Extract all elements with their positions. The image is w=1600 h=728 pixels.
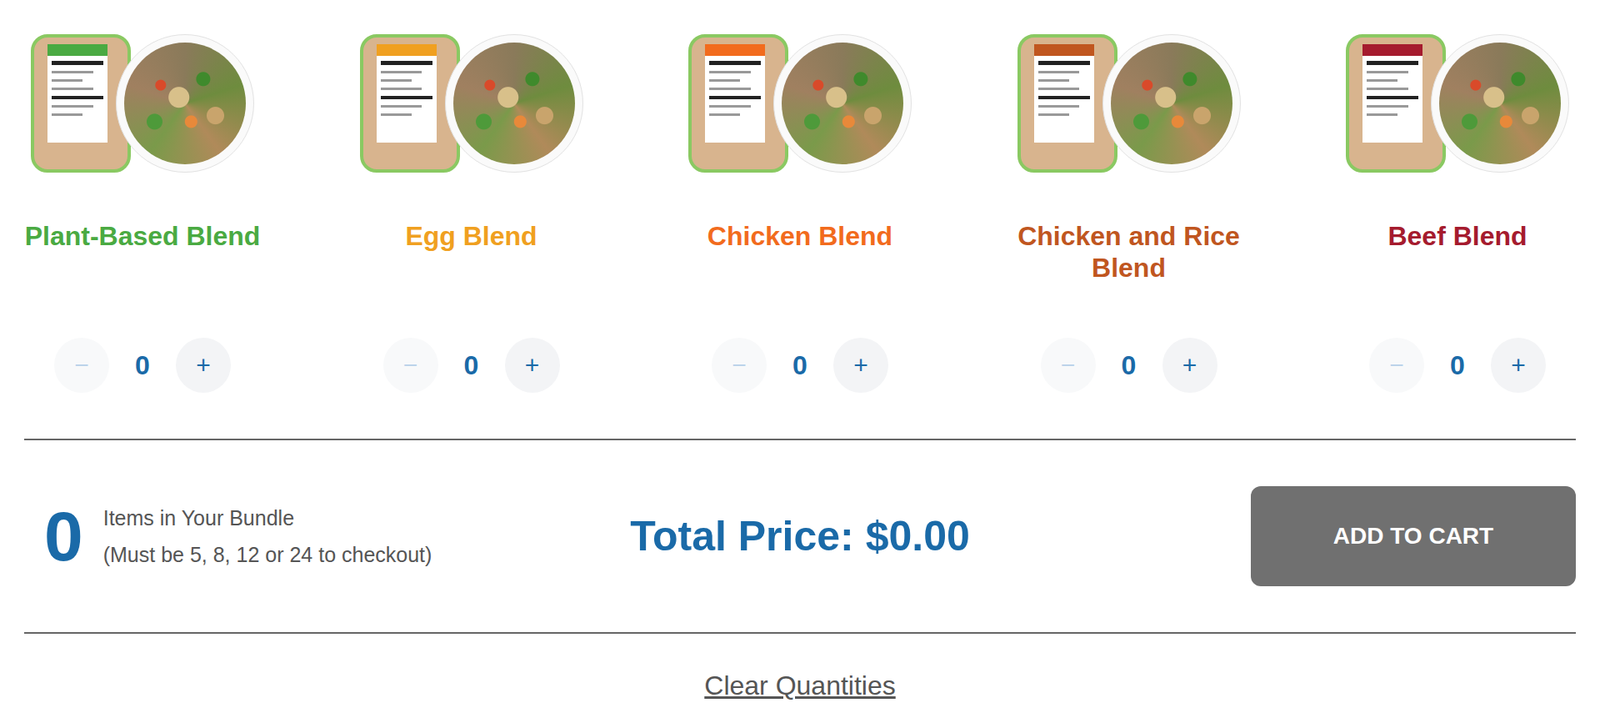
bundle-count: 0 Items in Your Bundle(Must be 5, 8, 12 o…	[24, 499, 630, 573]
product-image	[1345, 30, 1570, 176]
total-label: Total Price:	[630, 512, 855, 560]
total-price: Total Price:$0.00	[630, 511, 970, 560]
product-image	[688, 30, 912, 176]
quantity-value: 0	[448, 350, 495, 381]
product-image	[1017, 30, 1241, 176]
product-name: Plant-Based Blend	[25, 220, 261, 284]
quantity-stepper: −0 +	[1369, 337, 1546, 393]
quantity-stepper: −0 +	[383, 337, 560, 393]
product-card: Chicken and Rice Blend −0 +	[1004, 30, 1255, 393]
decrement-button[interactable]: −	[711, 337, 767, 393]
divider	[24, 438, 1576, 440]
item-count: 0	[44, 500, 84, 571]
count-label: Items in Your Bundle	[103, 499, 433, 536]
product-list: Plant-Based Blend−0+Egg Blend−0+Chicken …	[0, 30, 1600, 393]
count-note: (Must be 5, 8, 12 or 24 to checkout)	[103, 535, 433, 573]
product-card: Egg Blend −0 +	[346, 30, 597, 393]
product-image	[30, 30, 255, 176]
decrement-button[interactable]: −	[1040, 337, 1096, 393]
bundle-summary: 0 Items in Your Bundle(Must be 5, 8, 12 o…	[0, 440, 1600, 632]
bowl-icon	[1430, 34, 1570, 173]
total-value: $0.00	[865, 512, 970, 560]
increment-button[interactable]: +	[175, 337, 231, 393]
bowl-icon	[115, 34, 255, 173]
product-card: Plant-Based Blend −0 +	[17, 30, 268, 393]
quantity-stepper: −0 +	[54, 337, 231, 393]
quantity-value: 0	[119, 350, 166, 381]
product-image	[360, 30, 584, 176]
product-name: Chicken Blend	[707, 220, 893, 284]
increment-button[interactable]: +	[833, 337, 889, 393]
product-card: Chicken Blend −0 +	[675, 30, 925, 393]
decrement-button[interactable]: −	[54, 337, 110, 393]
product-name: Egg Blend	[405, 220, 537, 284]
increment-button[interactable]: +	[1490, 337, 1546, 393]
bowl-icon	[445, 34, 584, 173]
bundle-builder: Plant-Based Blend−0+Egg Blend−0+Chicken …	[0, 0, 1600, 728]
quantity-stepper: −0 +	[711, 337, 889, 393]
quantity-value: 0	[776, 350, 824, 381]
quantity-value: 0	[1105, 350, 1153, 381]
increment-button[interactable]: +	[505, 337, 560, 393]
add-to-cart-button[interactable]: ADD TO CART	[1250, 485, 1576, 586]
bowl-icon	[773, 34, 912, 173]
decrement-button[interactable]: −	[383, 337, 439, 393]
product-name: Beef Blend	[1387, 220, 1527, 284]
quantity-value: 0	[1434, 350, 1481, 381]
product-name: Chicken and Rice Blend	[1008, 220, 1250, 284]
divider	[24, 631, 1576, 634]
quantity-stepper: −0 +	[1040, 337, 1218, 393]
increment-button[interactable]: +	[1162, 337, 1218, 393]
product-card: Beef Blend −0 +	[1332, 30, 1583, 393]
bowl-icon	[1102, 34, 1241, 173]
clear-quantities-link[interactable]: Clear Quantities	[704, 670, 895, 701]
decrement-button[interactable]: −	[1369, 337, 1425, 393]
